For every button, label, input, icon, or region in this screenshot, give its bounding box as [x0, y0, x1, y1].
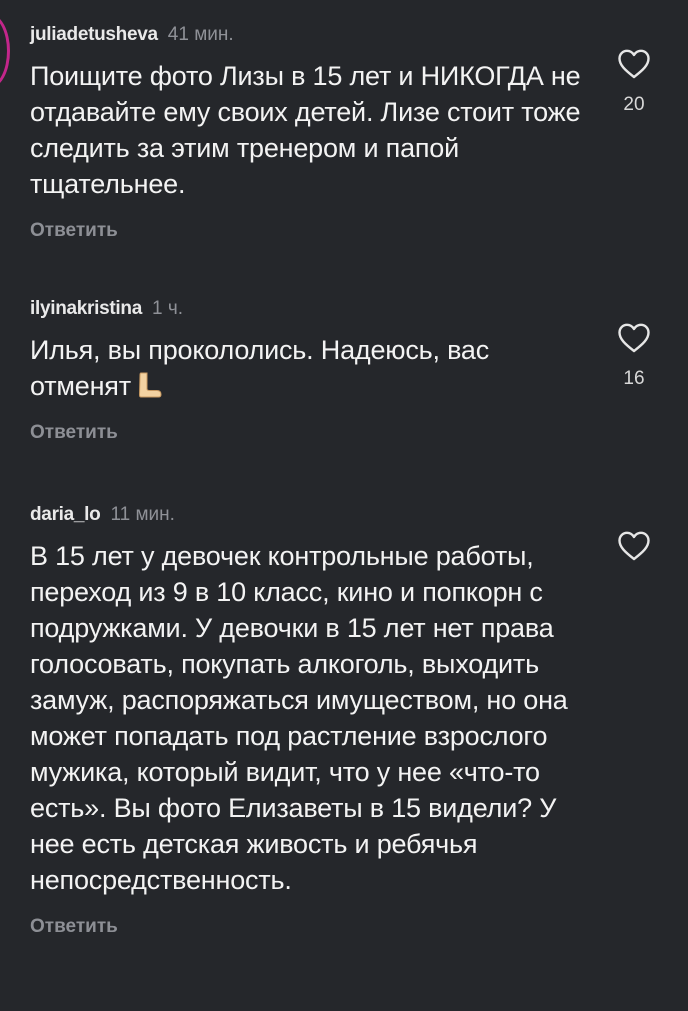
- like-button[interactable]: 20: [608, 48, 660, 116]
- comment-time: 41 мин.: [167, 24, 234, 45]
- comments-screen: juliadetusheva 41 мин. Поищите фото Лизы …: [0, 0, 688, 1011]
- comment-meta: juliadetusheva 41 мин.: [30, 22, 590, 48]
- comment-item: juliadetusheva 41 мин. Поищите фото Лизы …: [30, 22, 590, 242]
- like-button[interactable]: 16: [608, 322, 660, 390]
- comment-text-content: Илья, вы прокололись. Надеюсь, вас отмен…: [30, 335, 490, 401]
- comment-username[interactable]: ilyinakristina: [30, 298, 142, 319]
- reply-button[interactable]: Ответить: [30, 422, 590, 444]
- comment-text: В 15 лет у девочек контрольные работы, п…: [30, 541, 568, 895]
- comment-meta: ilyinakristina 1 ч.: [30, 296, 590, 322]
- comment-username[interactable]: daria_lo: [30, 504, 101, 525]
- reply-button[interactable]: Ответить: [30, 220, 590, 242]
- avatar-story-ring[interactable]: [0, 14, 10, 88]
- comment-time: 1 ч.: [151, 298, 183, 319]
- comment-text: Илья, вы прокололись. Надеюсь, вас отмен…: [30, 332, 590, 404]
- comment-meta: daria_lo 11 мин.: [30, 502, 590, 528]
- foot-emoji: [138, 372, 162, 398]
- comment-item: ilyinakristina 1 ч. Илья, вы прокололись.…: [30, 296, 590, 444]
- comment-text: Поищите фото Лизы в 15 лет и НИКОГДА не …: [30, 61, 581, 199]
- like-count: 20: [623, 94, 645, 115]
- comment-item: daria_lo 11 мин. В 15 лет у девочек контр…: [30, 502, 590, 938]
- comment-time: 11 мин.: [110, 504, 175, 525]
- heart-outline-icon: [618, 531, 650, 561]
- like-count: 16: [623, 368, 645, 389]
- reply-button[interactable]: Ответить: [30, 916, 590, 938]
- like-button[interactable]: [608, 530, 660, 576]
- comment-username[interactable]: juliadetusheva: [30, 24, 158, 45]
- heart-outline-icon: [618, 49, 650, 79]
- heart-outline-icon: [618, 323, 650, 353]
